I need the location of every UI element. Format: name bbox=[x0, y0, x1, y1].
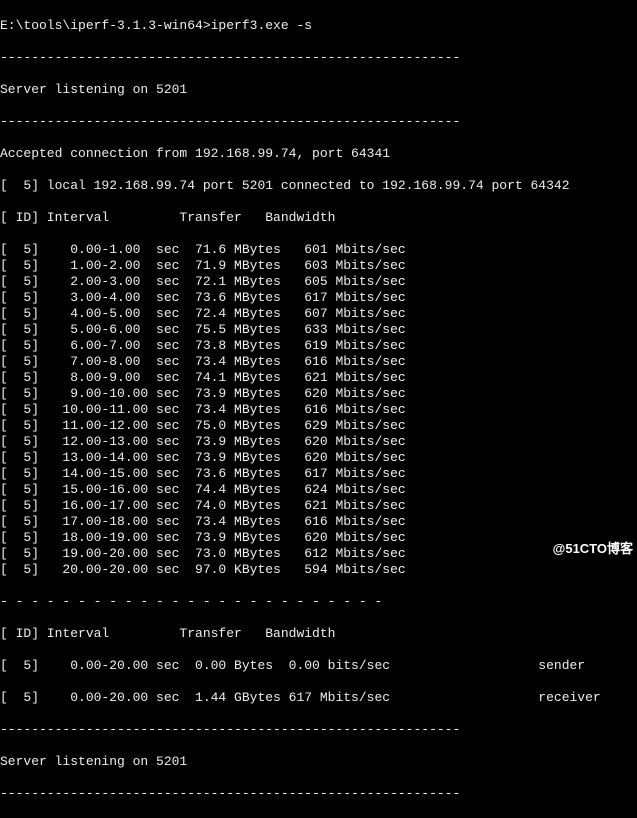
table-row: [ 5] 7.00-8.00 sec 73.4 MBytes 616 Mbits… bbox=[0, 354, 637, 370]
table-row: [ 5] 17.00-18.00 sec 73.4 MBytes 616 Mbi… bbox=[0, 514, 637, 530]
summary-sender: [ 5] 0.00-20.00 sec 0.00 Bytes 0.00 bits… bbox=[0, 658, 637, 674]
hr-2: ----------------------------------------… bbox=[0, 114, 637, 130]
hr-mid-1: - - - - - - - - - - - - - - - - - - - - … bbox=[0, 594, 637, 610]
summary-header: [ ID] Interval Transfer Bandwidth bbox=[0, 626, 637, 642]
table-row: [ 5] 18.00-19.00 sec 73.9 MBytes 620 Mbi… bbox=[0, 530, 637, 546]
listening-line-1: Server listening on 5201 bbox=[0, 82, 637, 98]
table-row: [ 5] 10.00-11.00 sec 73.4 MBytes 616 Mbi… bbox=[0, 402, 637, 418]
table-row: [ 5] 2.00-3.00 sec 72.1 MBytes 605 Mbits… bbox=[0, 274, 637, 290]
table-row: [ 5] 9.00-10.00 sec 73.9 MBytes 620 Mbit… bbox=[0, 386, 637, 402]
table-row: [ 5] 13.00-14.00 sec 73.9 MBytes 620 Mbi… bbox=[0, 450, 637, 466]
hr-bottom-1: ----------------------------------------… bbox=[0, 722, 637, 738]
table-row: [ 5] 0.00-1.00 sec 71.6 MBytes 601 Mbits… bbox=[0, 242, 637, 258]
table-row: [ 5] 12.00-13.00 sec 73.9 MBytes 620 Mbi… bbox=[0, 434, 637, 450]
accepted-line: Accepted connection from 192.168.99.74, … bbox=[0, 146, 637, 162]
table-row: [ 5] 3.00-4.00 sec 73.6 MBytes 617 Mbits… bbox=[0, 290, 637, 306]
table-row: [ 5] 19.00-20.00 sec 73.0 MBytes 612 Mbi… bbox=[0, 546, 637, 562]
table-row: [ 5] 8.00-9.00 sec 74.1 MBytes 621 Mbits… bbox=[0, 370, 637, 386]
table-row: [ 5] 4.00-5.00 sec 72.4 MBytes 607 Mbits… bbox=[0, 306, 637, 322]
table-row: [ 5] 1.00-2.00 sec 71.9 MBytes 603 Mbits… bbox=[0, 258, 637, 274]
summary-receiver: [ 5] 0.00-20.00 sec 1.44 GBytes 617 Mbit… bbox=[0, 690, 637, 706]
table-row: [ 5] 15.00-16.00 sec 74.4 MBytes 624 Mbi… bbox=[0, 482, 637, 498]
table-header: [ ID] Interval Transfer Bandwidth bbox=[0, 210, 637, 226]
table-row: [ 5] 20.00-20.00 sec 97.0 KBytes 594 Mbi… bbox=[0, 562, 637, 578]
table-row: [ 5] 14.00-15.00 sec 73.6 MBytes 617 Mbi… bbox=[0, 466, 637, 482]
watermark: @51CTO博客 bbox=[553, 541, 633, 557]
connected-line: [ 5] local 192.168.99.74 port 5201 conne… bbox=[0, 178, 637, 194]
table-row: [ 5] 6.00-7.00 sec 73.8 MBytes 619 Mbits… bbox=[0, 338, 637, 354]
table-row: [ 5] 11.00-12.00 sec 75.0 MBytes 629 Mbi… bbox=[0, 418, 637, 434]
table-row: [ 5] 16.00-17.00 sec 74.0 MBytes 621 Mbi… bbox=[0, 498, 637, 514]
hr-top: ----------------------------------------… bbox=[0, 50, 637, 66]
hr-bottom-2: ----------------------------------------… bbox=[0, 786, 637, 802]
listening-line-2: Server listening on 5201 bbox=[0, 754, 637, 770]
table-row: [ 5] 5.00-6.00 sec 75.5 MBytes 633 Mbits… bbox=[0, 322, 637, 338]
terminal-output[interactable]: E:\tools\iperf-3.1.3-win64>iperf3.exe -s… bbox=[0, 0, 637, 818]
command-prompt-line: E:\tools\iperf-3.1.3-win64>iperf3.exe -s bbox=[0, 18, 637, 34]
